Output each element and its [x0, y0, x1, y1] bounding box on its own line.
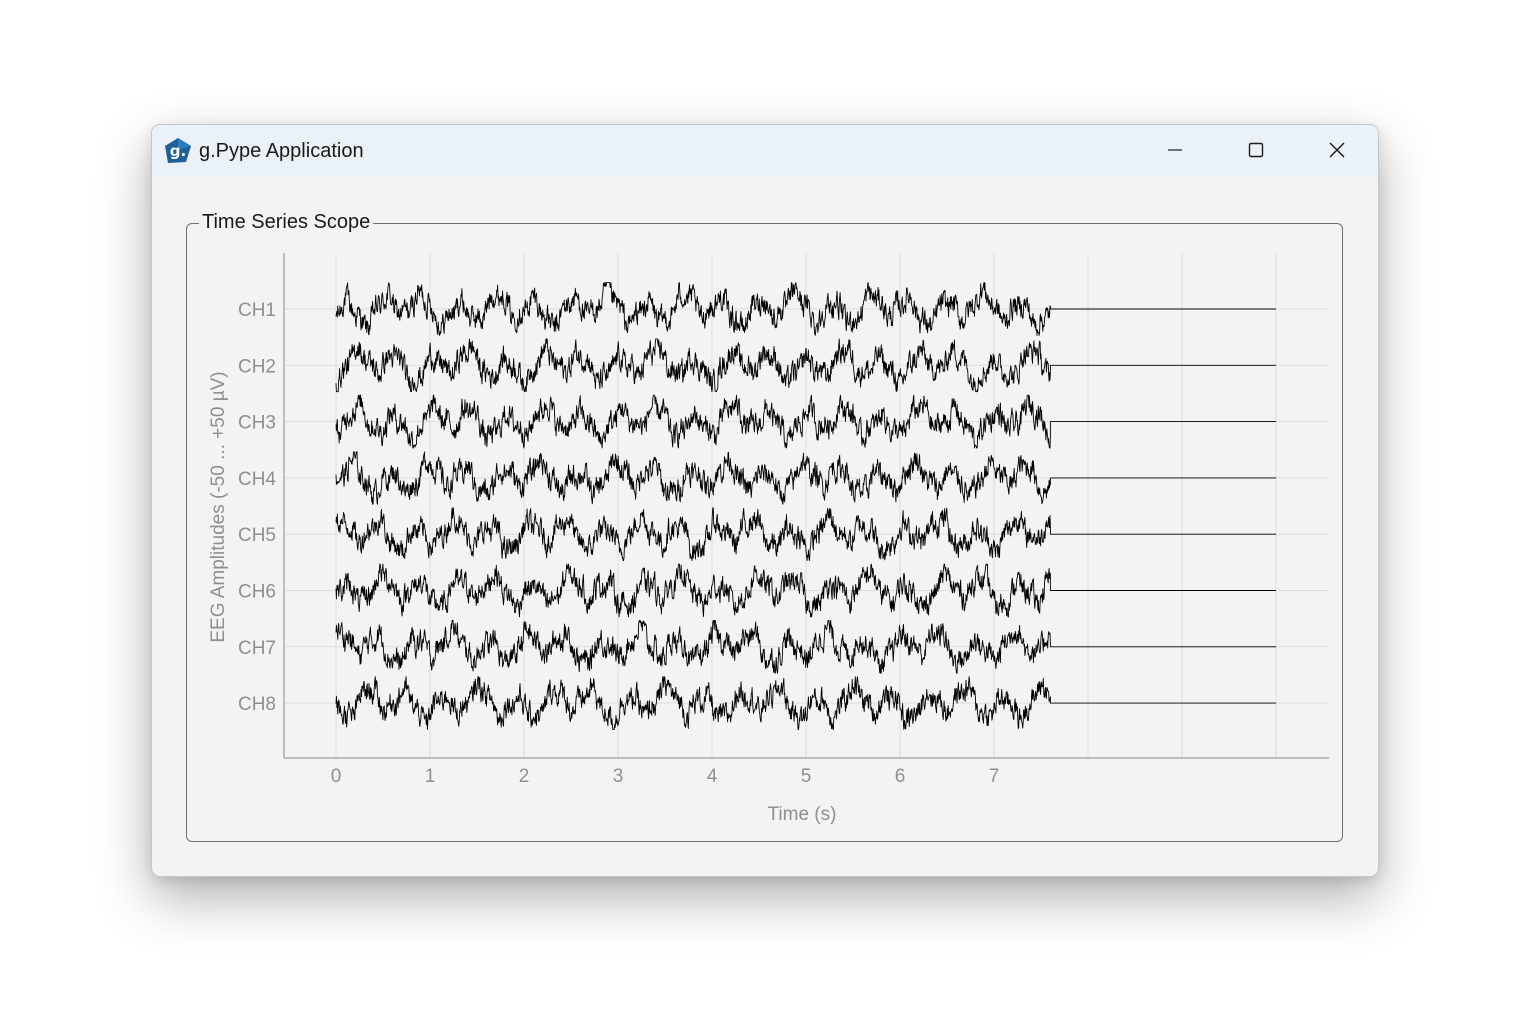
x-tick-label: 7 — [989, 766, 1000, 787]
x-axis-label: Time (s) — [768, 804, 837, 825]
channel-label: CH7 — [238, 638, 276, 659]
x-tick-label: 0 — [331, 766, 342, 787]
channel-label: CH1 — [238, 300, 276, 321]
x-tick-label: 4 — [707, 766, 718, 787]
eeg-time-series-plot: 0 1 2 3 4 5 6 7 CH1 CH2 CH3 CH4 CH5 CH6 CH7 CH8 Time (s… — [208, 253, 1329, 825]
y-axis-label: EEG Amplitudes (-50 ... +50 µV) — [208, 371, 229, 642]
channel-label: CH3 — [238, 413, 276, 434]
x-tick-label: 5 — [801, 766, 812, 787]
channel-label: CH6 — [238, 582, 276, 603]
channel-label: CH4 — [238, 469, 276, 490]
x-tick-label: 6 — [895, 766, 906, 787]
app-window: g. g.Pype Application Time Series Scope … — [151, 124, 1379, 877]
x-tick-label: 2 — [519, 766, 530, 787]
x-tick-label: 3 — [613, 766, 624, 787]
channel-label: CH2 — [238, 356, 276, 377]
channel-label: CH8 — [238, 694, 276, 715]
x-tick-label: 1 — [425, 766, 436, 787]
channel-label: CH5 — [238, 525, 276, 546]
